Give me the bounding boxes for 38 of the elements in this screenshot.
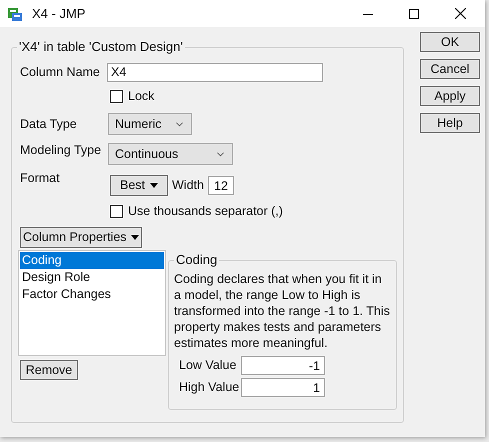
maximize-icon[interactable] [409,8,419,18]
checkbox-label: Lock [128,88,154,105]
dialog-button[interactable]: Help [420,113,480,133]
property-list-item[interactable]: Factor Changes [20,286,164,303]
app-icon [7,6,23,22]
group-title: 'X4' in table 'Custom Design' [17,39,185,55]
field-label: Data Type [20,116,78,133]
field-label: Format [20,170,61,187]
coding-description: Coding declares that when you fit it in a model, the range Low to High is transformed into the range -1 to 1. This property makes tests and parameters estimates more meaningful. [174,271,391,351]
checkbox-label: Use thousands separator (,) [128,202,283,220]
dropdown-arrow-icon [150,183,158,188]
data-type-dropdown[interactable]: Numeric [108,113,192,135]
column-name-field[interactable]: X4 [107,62,323,82]
property-list-item[interactable]: Coding [20,252,164,269]
remove-button[interactable]: Remove [20,360,78,380]
width-field[interactable]: 12 [208,176,234,195]
field-label: High Value [179,379,240,396]
checkbox[interactable] [110,90,123,102]
group-title: Coding [174,252,220,268]
column-properties-button[interactable]: Column Properties [20,227,142,248]
dialog-button[interactable]: Apply [420,86,480,106]
dropdown-arrow-icon [130,235,139,240]
field-label: Low Value [179,357,238,374]
field-label: Modeling Type [20,142,102,159]
value-field[interactable]: 1 [241,378,325,397]
field-label: Column Name [20,64,101,81]
chevron-icon [217,152,224,156]
value-field[interactable]: -1 [241,356,325,375]
field-label: Width [172,177,204,194]
format-button[interactable]: Best [110,175,168,196]
window-title: X4 - JMP [32,4,86,23]
close-icon[interactable] [455,8,466,19]
checkbox[interactable] [110,204,123,218]
property-list-item[interactable]: Design Role [20,269,164,286]
dialog-button[interactable]: Cancel [420,59,480,79]
modeling-type-dropdown[interactable]: Continuous [108,143,233,165]
chevron-icon [176,122,183,126]
dialog-button[interactable]: OK [420,32,480,52]
